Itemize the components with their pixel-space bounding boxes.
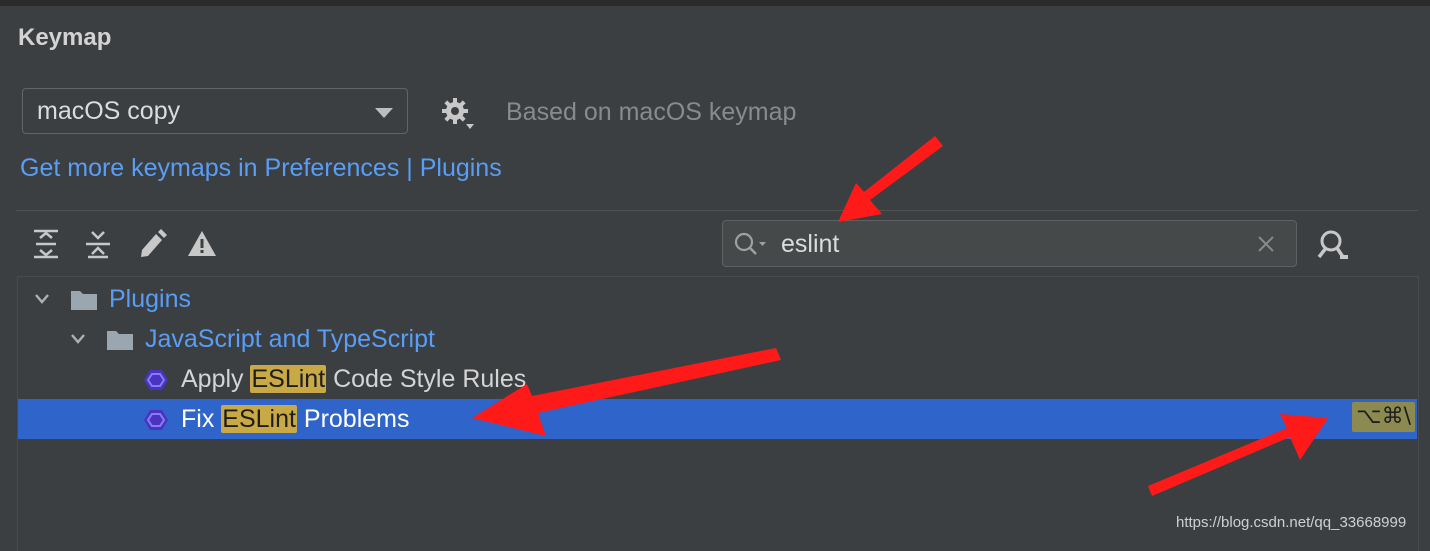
eslint-icon (144, 410, 168, 430)
search-match-highlight: ESLint (250, 365, 327, 393)
close-icon[interactable] (1256, 234, 1276, 254)
tree-node-label: JavaScript and TypeScript (145, 325, 435, 353)
tree-node-label: Plugins (109, 285, 191, 313)
divider (16, 210, 1418, 211)
page-title: Keymap (18, 24, 112, 51)
folder-icon (107, 331, 133, 350)
expand-all-icon[interactable] (30, 228, 62, 260)
label-prefix: Fix (181, 405, 222, 433)
keymap-dropdown[interactable]: macOS copy (22, 88, 408, 134)
keymap-dropdown-value: macOS copy (37, 96, 181, 125)
find-by-shortcut-icon[interactable] (1316, 228, 1350, 262)
eslint-icon (144, 370, 168, 390)
tree-item-apply-eslint[interactable]: Apply ESLint Code Style Rules (18, 359, 1417, 399)
preferences-link-text[interactable]: Get more keymaps in Preferences (20, 154, 399, 182)
search-icon[interactable] (733, 231, 767, 257)
window-top-border (0, 0, 1430, 6)
preferences-link: Get more keymaps in Preferences | Plugin… (20, 154, 502, 183)
warning-icon[interactable] (186, 228, 218, 260)
search-input[interactable] (781, 227, 1241, 261)
folder-icon (71, 291, 97, 310)
label-suffix: Problems (296, 405, 410, 433)
plugins-link[interactable]: Plugins (420, 154, 502, 182)
collapse-all-icon[interactable] (82, 228, 114, 260)
chevron-down-icon (375, 108, 393, 118)
tree-item-label: Apply ESLint Code Style Rules (181, 365, 526, 394)
tree-item-fix-eslint-selected[interactable]: Fix ESLint Problems ⌥⌘\ (18, 399, 1417, 439)
chevron-down-icon[interactable] (70, 333, 86, 345)
label-prefix: Apply (181, 365, 251, 393)
tree-node-plugins[interactable]: Plugins (18, 279, 1417, 319)
edit-icon[interactable] (136, 228, 168, 260)
label-suffix: Code Style Rules (326, 365, 527, 393)
keymap-tree: Plugins JavaScript and TypeScript Apply … (17, 276, 1419, 551)
watermark: https://blog.csdn.net/qq_33668999 (1176, 514, 1407, 531)
tree-node-javascript-typescript[interactable]: JavaScript and TypeScript (18, 319, 1417, 359)
link-separator: | (399, 154, 420, 182)
based-on-label: Based on macOS keymap (506, 98, 797, 126)
gear-icon[interactable] (440, 96, 476, 132)
search-match-highlight: ESLint (221, 405, 297, 433)
shortcut-badge: ⌥⌘\ (1352, 402, 1415, 432)
tree-item-label: Fix ESLint Problems (181, 405, 410, 434)
search-field[interactable] (722, 220, 1297, 267)
chevron-down-icon[interactable] (34, 293, 50, 305)
